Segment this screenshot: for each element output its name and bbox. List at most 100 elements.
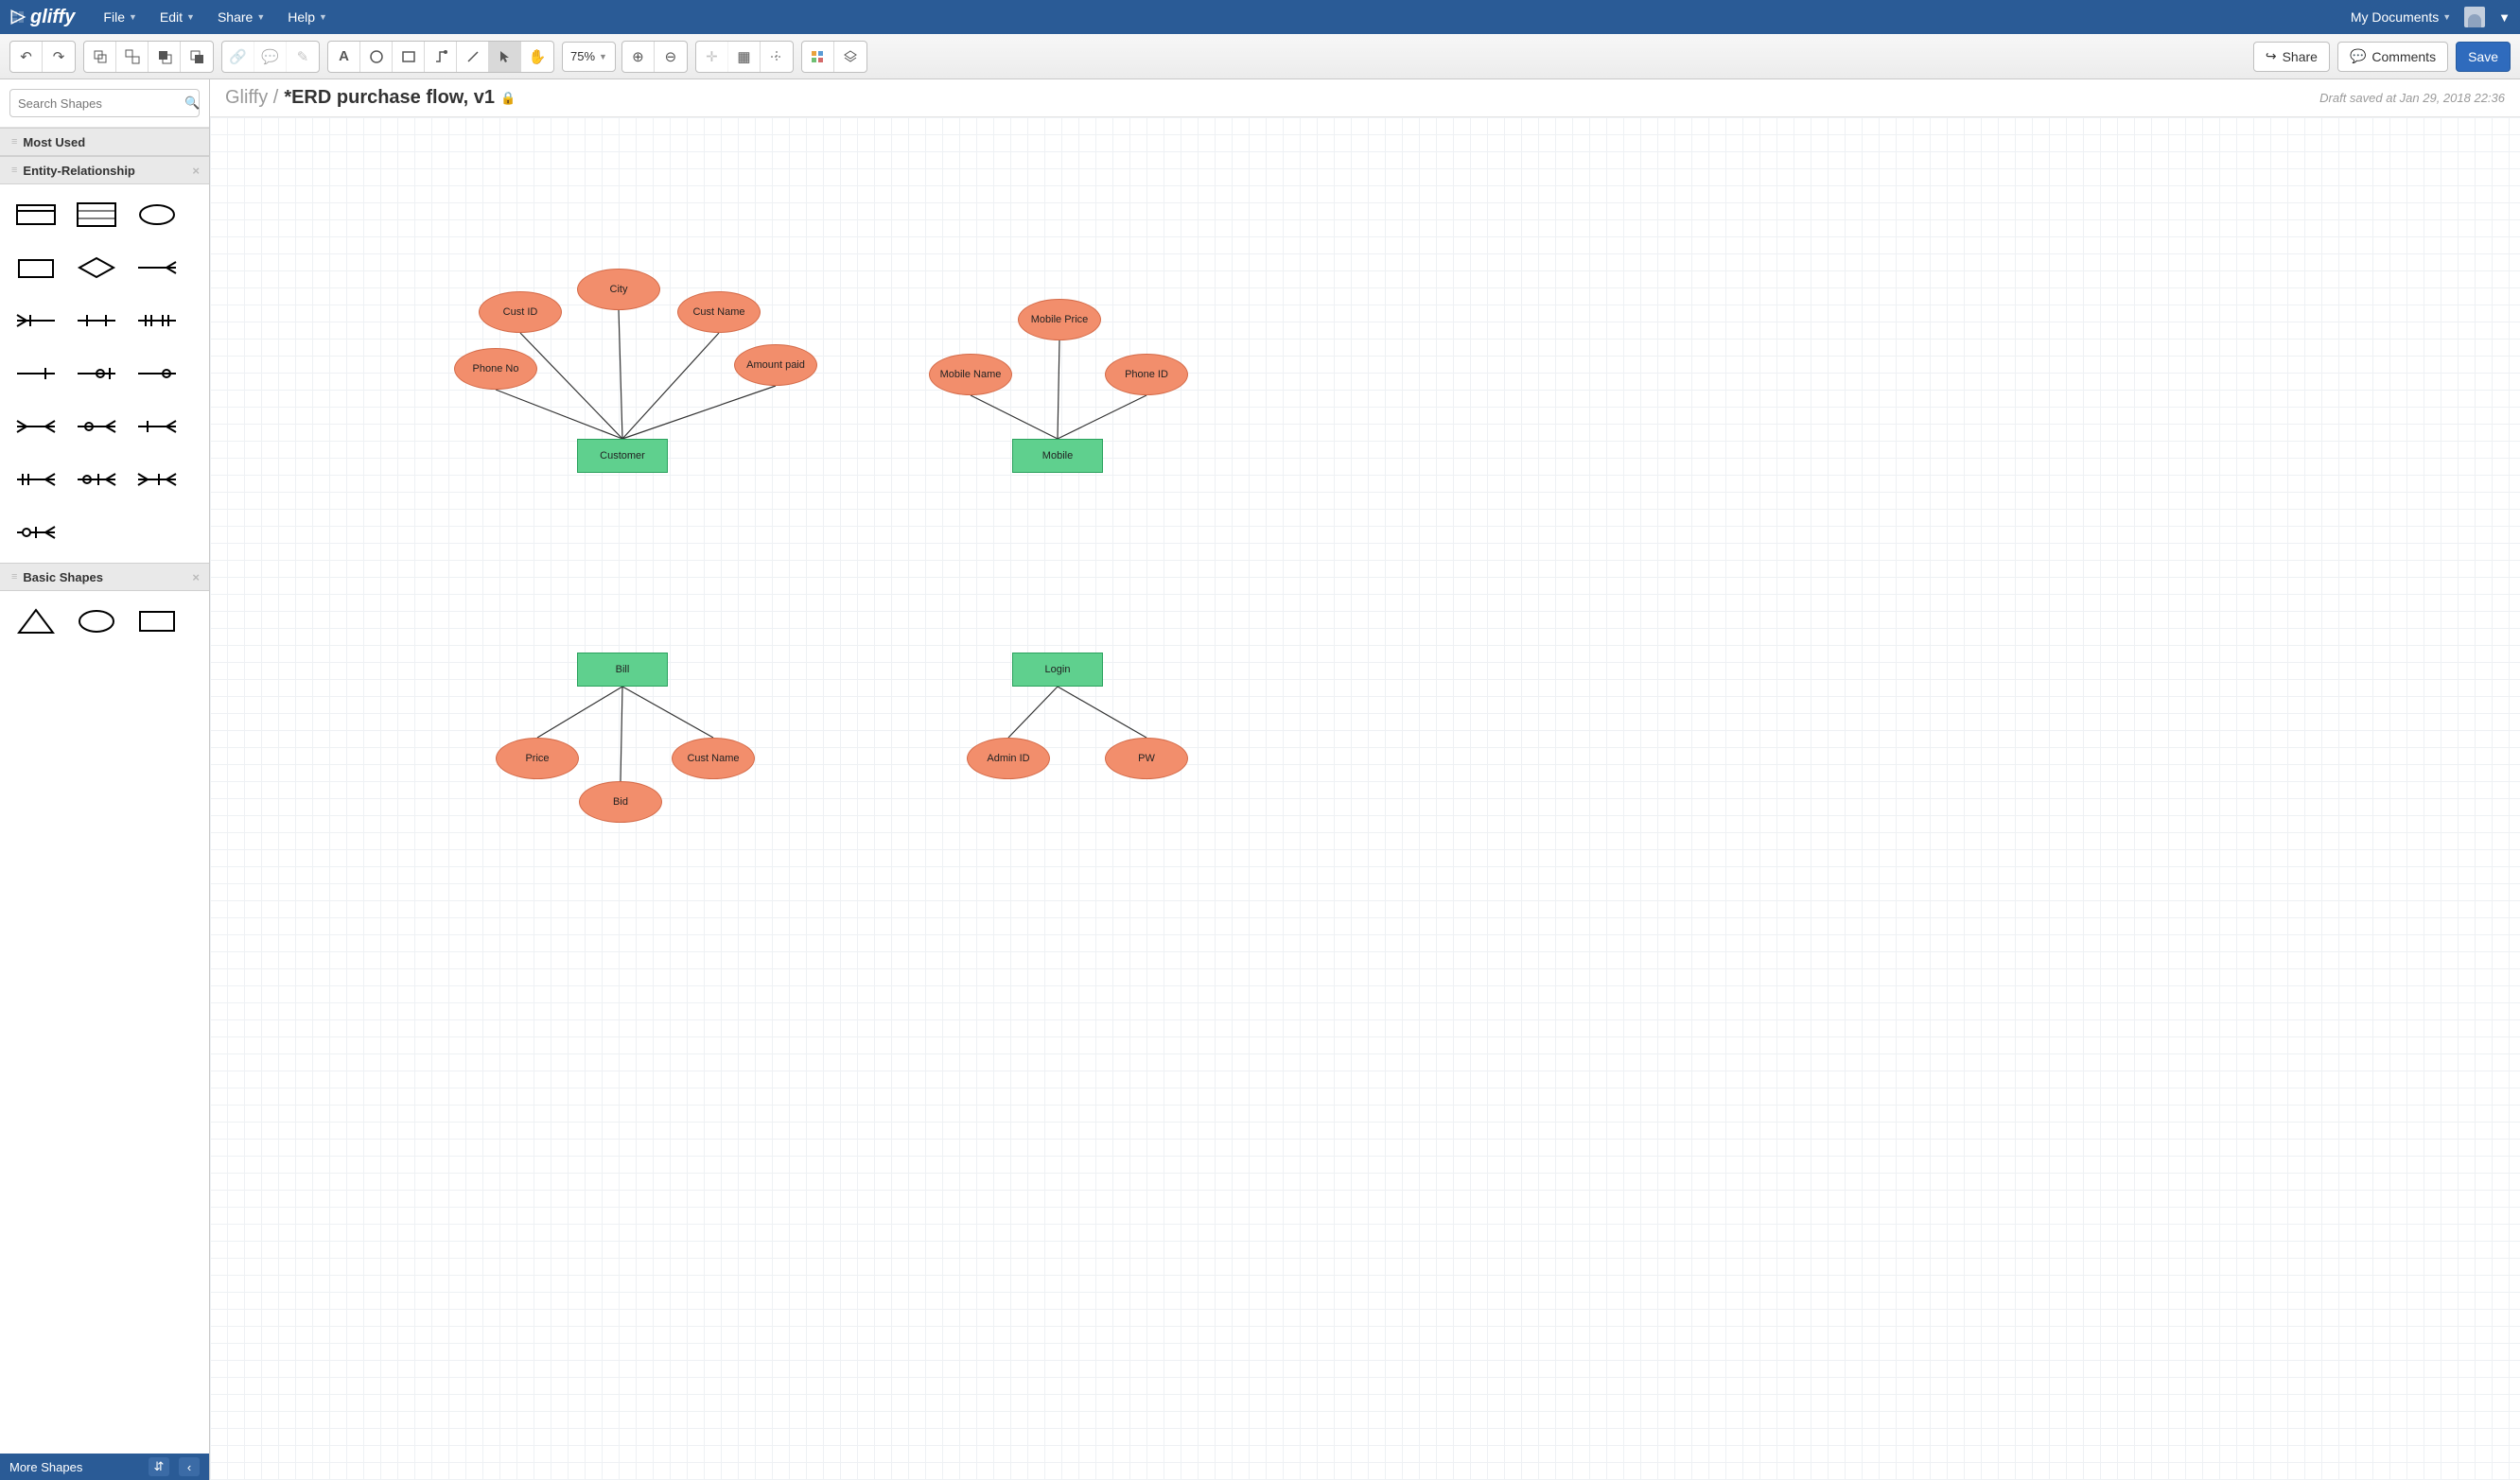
- close-icon[interactable]: ×: [192, 164, 200, 178]
- history-group: ↶ ↷: [9, 41, 76, 73]
- shape-conn-double[interactable]: [131, 298, 184, 343]
- section-entity-relationship[interactable]: ≡Entity-Relationship×: [0, 156, 209, 184]
- shape-conn-many[interactable]: [131, 245, 184, 290]
- entity-bill[interactable]: Bill: [577, 653, 668, 687]
- text-tool[interactable]: A: [328, 42, 360, 72]
- zoom-out-button[interactable]: ⊖: [655, 42, 687, 72]
- connector-tool[interactable]: [425, 42, 457, 72]
- share-icon: ↪: [2266, 48, 2277, 64]
- save-button[interactable]: Save: [2456, 42, 2511, 72]
- document-title[interactable]: *ERD purchase flow, v1: [284, 87, 495, 109]
- shape-entity[interactable]: [9, 192, 62, 237]
- redo-button[interactable]: ↷: [43, 42, 75, 72]
- attribute-node[interactable]: Price: [496, 738, 579, 779]
- zoom-controls: 75%▼ ⊕ ⊖: [562, 41, 688, 73]
- menu-edit[interactable]: Edit▼: [160, 9, 195, 25]
- zoom-select[interactable]: 75%▼: [562, 42, 616, 72]
- shape-conn-zero[interactable]: [131, 351, 184, 396]
- section-most-used[interactable]: ≡Most Used: [0, 128, 209, 156]
- brand-logo[interactable]: gliffy: [9, 7, 75, 28]
- entity-mobile[interactable]: Mobile: [1012, 439, 1103, 473]
- search-icon: 🔍: [184, 96, 200, 111]
- shape-conn-dbl-many[interactable]: [9, 457, 62, 502]
- close-icon[interactable]: ×: [192, 570, 200, 584]
- arrange-group: [83, 41, 214, 73]
- attribute-node[interactable]: Cust Name: [672, 738, 755, 779]
- line-tool[interactable]: [457, 42, 489, 72]
- more-shapes-link[interactable]: More Shapes: [9, 1460, 82, 1474]
- attribute-node[interactable]: Cust ID: [479, 291, 562, 333]
- user-menu-caret[interactable]: ▼: [2498, 10, 2511, 25]
- shape-entity-rows[interactable]: [70, 192, 123, 237]
- er-shapes: [0, 184, 209, 563]
- zoom-in-button[interactable]: ⊕: [622, 42, 655, 72]
- attribute-node[interactable]: Admin ID: [967, 738, 1050, 779]
- shape-conn-many-many[interactable]: [9, 404, 62, 449]
- shape-conn-many-bar[interactable]: [131, 457, 184, 502]
- comments-button[interactable]: 💬Comments: [2337, 42, 2448, 72]
- brand-text: gliffy: [30, 7, 75, 28]
- attribute-node[interactable]: Bid: [579, 781, 662, 823]
- sidebar-collapse-icon[interactable]: ‹: [179, 1457, 200, 1476]
- ellipse-tool[interactable]: [360, 42, 393, 72]
- shape-triangle[interactable]: [9, 599, 62, 644]
- guide-button[interactable]: [761, 42, 793, 72]
- grid-button[interactable]: ▦: [728, 42, 761, 72]
- share-button[interactable]: ↪Share: [2253, 42, 2330, 72]
- attribute-node[interactable]: Mobile Price: [1018, 299, 1101, 340]
- toolbar: ↶ ↷ 🔗 💬 ✎ A ✋ 75%▼ ⊕ ⊖ ✛ ▦ ↪Share: [0, 34, 2520, 79]
- attribute-node[interactable]: Phone No: [454, 348, 537, 390]
- group-button[interactable]: [84, 42, 116, 72]
- layers-button[interactable]: [834, 42, 866, 72]
- annotate-group: 🔗 💬 ✎: [221, 41, 320, 73]
- send-back-button[interactable]: [181, 42, 213, 72]
- canvas[interactable]: Customer Mobile Bill Login Phone No Cust ID Ci…: [210, 117, 2520, 1480]
- menu-help[interactable]: Help▼: [288, 9, 327, 25]
- shape-attribute[interactable]: [131, 192, 184, 237]
- menu-file[interactable]: File▼: [103, 9, 136, 25]
- attribute-node[interactable]: PW: [1105, 738, 1188, 779]
- sidebar-split-icon[interactable]: ⇵: [149, 1457, 169, 1476]
- shape-rect[interactable]: [131, 599, 184, 644]
- entity-login[interactable]: Login: [1012, 653, 1103, 687]
- shape-conn-zero-many-bar[interactable]: [70, 457, 123, 502]
- shape-conn-zero-many-l[interactable]: [70, 404, 123, 449]
- attribute-node[interactable]: Amount paid: [734, 344, 817, 386]
- attribute-node[interactable]: Phone ID: [1105, 354, 1188, 395]
- entity-customer[interactable]: Customer: [577, 439, 668, 473]
- undo-button[interactable]: ↶: [10, 42, 43, 72]
- shape-ellipse[interactable]: [70, 599, 123, 644]
- search-input[interactable]: [18, 96, 184, 111]
- breadcrumb[interactable]: Gliffy /: [225, 87, 278, 109]
- shape-weak-entity[interactable]: [9, 245, 62, 290]
- user-avatar[interactable]: [2464, 7, 2485, 27]
- shape-relationship[interactable]: [70, 245, 123, 290]
- sidebar-footer: More Shapes ⇵ ‹: [0, 1454, 209, 1480]
- ungroup-button[interactable]: [116, 42, 149, 72]
- theme-button[interactable]: [802, 42, 834, 72]
- attribute-node[interactable]: Mobile Name: [929, 354, 1012, 395]
- rect-tool[interactable]: [393, 42, 425, 72]
- shape-conn-one-many-l[interactable]: [9, 298, 62, 343]
- shape-conn-zero-many-single[interactable]: [9, 510, 62, 555]
- search-shapes[interactable]: 🔍: [9, 89, 200, 117]
- shape-conn-zero-one[interactable]: [70, 351, 123, 396]
- shape-conn-one-many-r[interactable]: [131, 404, 184, 449]
- comments-icon: 💬: [2350, 48, 2366, 64]
- attribute-node[interactable]: City: [577, 269, 660, 310]
- my-documents-link[interactable]: My Documents▼: [2351, 9, 2451, 25]
- bring-front-button[interactable]: [149, 42, 181, 72]
- shape-conn-one[interactable]: [9, 351, 62, 396]
- menu-share[interactable]: Share▼: [218, 9, 265, 25]
- view-group: [801, 41, 867, 73]
- section-basic-shapes[interactable]: ≡Basic Shapes×: [0, 563, 209, 591]
- shape-conn-one-one[interactable]: [70, 298, 123, 343]
- canvas-header: Gliffy / *ERD purchase flow, v1 🔒 Draft …: [210, 79, 2520, 117]
- draft-status: Draft saved at Jan 29, 2018 22:36: [2319, 91, 2505, 105]
- note-button: 💬: [254, 42, 287, 72]
- main-menu: File▼ Edit▼ Share▼ Help▼: [103, 9, 327, 25]
- canvas-area: Gliffy / *ERD purchase flow, v1 🔒 Draft …: [210, 79, 2520, 1480]
- pan-tool[interactable]: ✋: [521, 42, 553, 72]
- attribute-node[interactable]: Cust Name: [677, 291, 761, 333]
- pointer-tool[interactable]: [489, 42, 521, 72]
